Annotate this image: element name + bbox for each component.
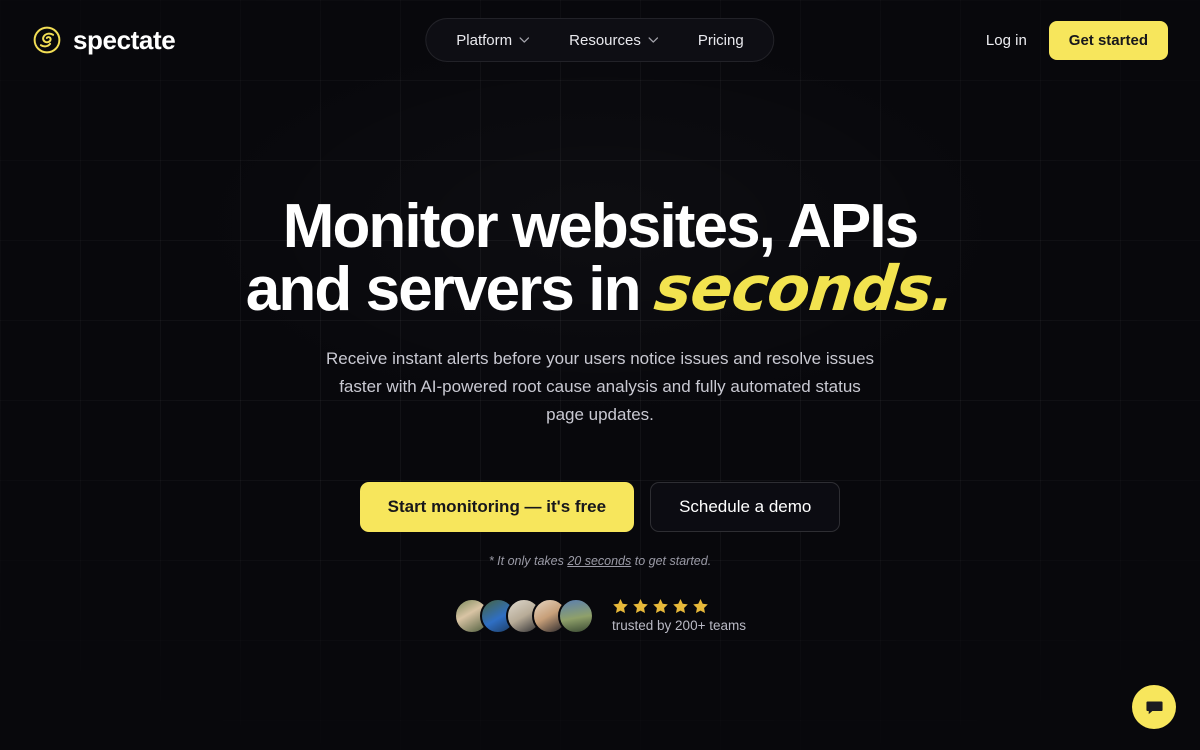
nav-item-label: Pricing [697, 31, 744, 49]
star-icon [672, 598, 689, 615]
star-icon [612, 598, 629, 615]
spiral-swirl-icon [32, 25, 62, 55]
star-icon [652, 598, 669, 615]
avatar [558, 597, 595, 634]
nav-item-label: Resources [569, 31, 641, 49]
nav-item-pricing[interactable]: Pricing [678, 18, 764, 62]
cta-fineprint: * It only takes 20 seconds to get starte… [489, 554, 711, 568]
star-rating [612, 598, 746, 615]
chat-widget-button[interactable] [1132, 685, 1176, 729]
page-title: Monitor websites, APIs and servers in se… [245, 196, 958, 326]
social-proof: trusted by 200+ teams [454, 597, 746, 634]
header-actions: Log in Get started [986, 20, 1168, 60]
star-icon [692, 598, 709, 615]
hero-section: Monitor websites, APIs and servers in se… [0, 0, 1200, 750]
star-icon [632, 598, 649, 615]
cta-row: Start monitoring — it's free Schedule a … [359, 481, 841, 532]
login-link[interactable]: Log in [986, 32, 1027, 49]
rating-block: trusted by 200+ teams [612, 598, 746, 633]
fineprint-underlined: 20 seconds [567, 553, 632, 568]
start-monitoring-button[interactable]: Start monitoring — it's free [359, 481, 635, 532]
hero-subtitle: Receive instant alerts before your users… [325, 349, 875, 425]
site-header: spectate Platform Resources Pricing Log … [0, 0, 1200, 80]
logo[interactable]: spectate [32, 24, 176, 56]
chevron-down-icon [648, 37, 658, 43]
avatar-group [454, 597, 595, 634]
fineprint-before: * It only takes [488, 553, 568, 568]
nav-item-platform[interactable]: Platform [436, 18, 549, 62]
headline-line-1: Monitor websites, APIs [282, 192, 919, 261]
headline-accent: seconds. [651, 252, 959, 325]
schedule-demo-button[interactable]: Schedule a demo [650, 481, 841, 532]
logo-text: spectate [73, 24, 176, 55]
fineprint-after: to get started. [631, 553, 712, 568]
chevron-down-icon [519, 37, 529, 43]
nav-item-resources[interactable]: Resources [549, 18, 678, 62]
page-root: spectate Platform Resources Pricing Log … [0, 0, 1200, 750]
nav-item-label: Platform [456, 31, 513, 49]
chat-bubble-icon [1144, 697, 1165, 718]
main-navigation: Platform Resources Pricing [425, 18, 775, 62]
trusted-label: trusted by 200+ teams [612, 618, 746, 634]
get-started-button[interactable]: Get started [1048, 20, 1168, 60]
headline-line-2: and servers in [245, 255, 655, 324]
